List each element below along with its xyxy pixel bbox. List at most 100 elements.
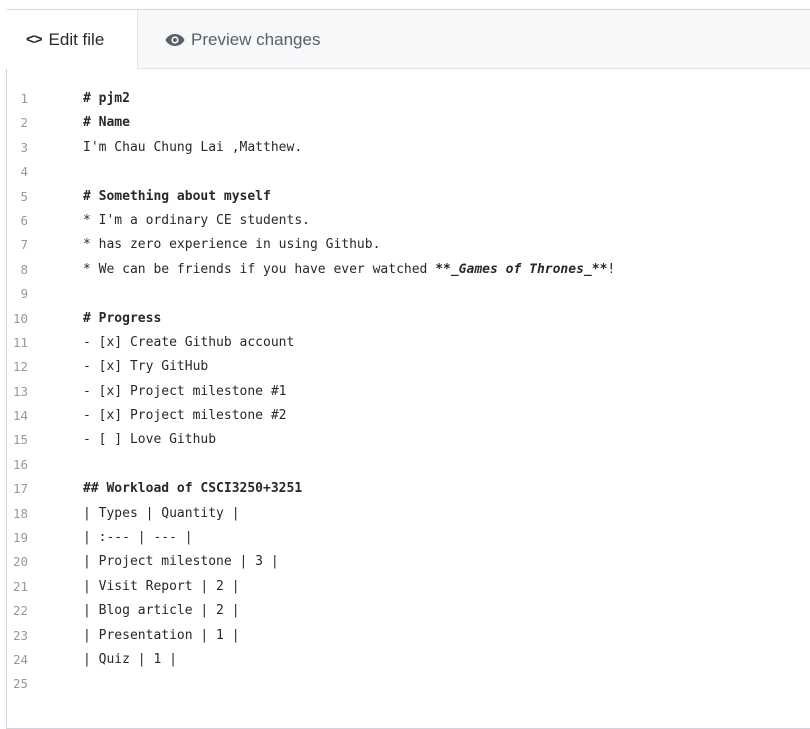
code-line[interactable]: 17 ## Workload of CSCI3250+3251 <box>7 477 810 501</box>
code-line[interactable]: 4 <box>7 160 810 184</box>
code-line[interactable]: 3 I'm Chau Chung Lai ,Matthew. <box>7 136 810 160</box>
line-content: - [x] Project milestone #1 <box>83 380 810 404</box>
code-line[interactable]: 16 <box>7 453 810 477</box>
line-number: 10 <box>12 310 28 326</box>
code-editor[interactable]: 1 # pjm2 2 # Name 3 I'm Chau Chung Lai ,Matth… <box>7 87 810 697</box>
line-number: 24 <box>12 651 28 667</box>
line-content: * We can be friends if you have ever wat… <box>83 258 810 282</box>
tab-preview-changes[interactable]: Preview changes <box>165 10 320 69</box>
code-text-segment: | Presentation | 1 | <box>83 627 240 643</box>
line-content: | Blog article | 2 | <box>83 599 810 623</box>
code-line[interactable]: 12 - [x] Try GitHub <box>7 355 810 379</box>
line-content: # Something about myself <box>83 185 810 209</box>
code-line[interactable]: 24 | Quiz | 1 | <box>7 648 810 672</box>
code-text-segment: I'm Chau Chung Lai ,Matthew. <box>83 139 303 155</box>
eye-icon <box>165 33 185 47</box>
line-number: 22 <box>12 603 28 619</box>
code-text-segment: # Progress <box>83 310 162 326</box>
tab-edit-file-label: Edit file <box>48 29 105 49</box>
code-text-segment: | Types | Quantity | <box>83 505 240 521</box>
line-content: # Progress <box>83 307 810 331</box>
line-content: - [ ] Love Github <box>83 428 810 452</box>
line-number: 6 <box>20 212 28 228</box>
line-number: 21 <box>12 578 28 594</box>
code-text-segment: - [ ] Love Github <box>83 432 217 448</box>
code-text-segment: ! <box>607 261 616 277</box>
line-number: 25 <box>12 676 28 692</box>
code-line[interactable]: 25 <box>7 672 810 696</box>
code-line[interactable]: 10 # Progress <box>7 307 810 331</box>
code-text-segment: | Project milestone | 3 | <box>83 554 279 570</box>
line-content: # pjm2 <box>83 87 810 111</box>
line-number: 5 <box>20 188 28 204</box>
code-text-segment: | :--- | --- | <box>83 530 193 546</box>
line-content: | Presentation | 1 | <box>83 624 810 648</box>
code-line[interactable]: 22 | Blog article | 2 | <box>7 599 810 623</box>
code-text-segment: | Blog article | 2 | <box>83 603 240 619</box>
line-content: ## Workload of CSCI3250+3251 <box>83 477 810 501</box>
line-number: 9 <box>20 286 28 302</box>
code-line[interactable]: 19 | :--- | --- | <box>7 526 810 550</box>
line-number: 17 <box>12 481 28 497</box>
line-number: 8 <box>20 261 28 277</box>
code-line[interactable]: 9 <box>7 282 810 306</box>
line-content: | Visit Report | 2 | <box>83 575 810 599</box>
code-line[interactable]: 2 # Name <box>7 111 810 135</box>
code-text-segment: | Quiz | 1 | <box>83 651 177 667</box>
code-text-segment: - [x] Try GitHub <box>83 359 209 375</box>
line-number: 11 <box>12 334 28 350</box>
code-line[interactable]: 13 - [x] Project milestone #1 <box>7 380 810 404</box>
code-line[interactable]: 14 - [x] Project milestone #2 <box>7 404 810 428</box>
code-line[interactable]: 23 | Presentation | 1 | <box>7 624 810 648</box>
code-line[interactable]: 18 | Types | Quantity | <box>7 502 810 526</box>
line-content: # Name <box>83 111 810 135</box>
tab-edit-file[interactable]: <> Edit file <box>6 10 138 69</box>
line-number: 15 <box>12 432 28 448</box>
code-line[interactable]: 15 - [ ] Love Github <box>7 428 810 452</box>
line-number: 20 <box>12 554 28 570</box>
code-text-segment: ## Workload of CSCI3250+3251 <box>83 481 303 497</box>
code-line[interactable]: 11 - [x] Create Github account <box>7 331 810 355</box>
code-line[interactable]: 1 # pjm2 <box>7 87 810 111</box>
code-text-segment: | Visit Report | 2 | <box>83 578 240 594</box>
line-content: | Project milestone | 3 | <box>83 550 810 574</box>
line-number: 23 <box>12 627 28 643</box>
code-text-segment: - [x] Create Github account <box>83 334 295 350</box>
line-content: - [x] Try GitHub <box>83 355 810 379</box>
line-number: 19 <box>12 530 28 546</box>
code-line[interactable]: 5 # Something about myself <box>7 185 810 209</box>
line-content: | :--- | --- | <box>83 526 810 550</box>
code-text-segment: # Name <box>83 115 130 131</box>
code-text-segment: # Something about myself <box>83 188 271 204</box>
code-text-segment: # pjm2 <box>83 91 130 106</box>
line-content: | Types | Quantity | <box>83 502 810 526</box>
code-text-segment: * has zero experience in using Github. <box>83 237 381 253</box>
code-line[interactable]: 20 | Project milestone | 3 | <box>7 550 810 574</box>
code-line[interactable]: 7 * has zero experience in using Github. <box>7 233 810 257</box>
tab-preview-changes-label: Preview changes <box>191 29 321 49</box>
code-text-segment: ** <box>435 261 451 277</box>
line-number: 14 <box>12 408 28 424</box>
line-number: 1 <box>20 91 28 106</box>
code-text-segment: ** <box>591 261 608 277</box>
code-text-segment: - [x] Project milestone #1 <box>83 383 287 399</box>
line-number: 3 <box>20 139 28 155</box>
code-line[interactable]: 8 * We can be friends if you have ever wa… <box>7 258 810 282</box>
line-number: 16 <box>12 456 28 472</box>
line-number: 18 <box>12 505 28 521</box>
code-text-segment: * I'm a ordinary CE students. <box>83 212 310 228</box>
line-number: 12 <box>12 359 28 375</box>
line-number: 13 <box>12 383 28 399</box>
editor-tabbar: <> Edit file Preview changes <box>6 10 810 69</box>
line-content: * has zero experience in using Github. <box>83 233 810 257</box>
line-content <box>83 160 810 184</box>
code-text-segment: _Games of Thrones_ <box>450 261 592 277</box>
line-content: * I'm a ordinary CE students. <box>83 209 810 233</box>
file-editor: <> Edit file Preview changes 1 # pjm2 2 # N… <box>6 9 810 729</box>
line-content: | Quiz | 1 | <box>83 648 810 672</box>
line-content: - [x] Create Github account <box>83 331 810 355</box>
line-content <box>83 282 810 306</box>
line-content <box>83 672 810 696</box>
code-line[interactable]: 6 * I'm a ordinary CE students. <box>7 209 810 233</box>
code-line[interactable]: 21 | Visit Report | 2 | <box>7 575 810 599</box>
